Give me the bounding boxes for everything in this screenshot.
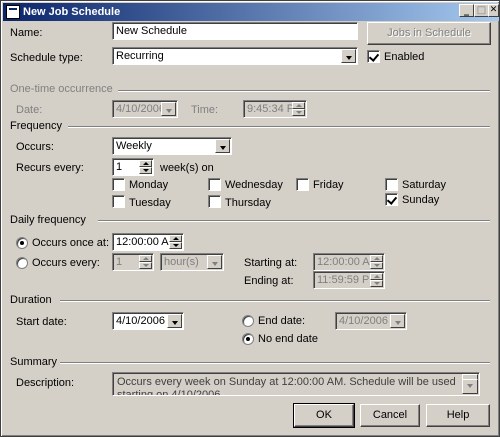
- help-button[interactable]: Help: [426, 404, 490, 427]
- chevron-down-icon[interactable]: [167, 314, 182, 328]
- one-time-date-picker: 4/10/2006: [112, 100, 178, 118]
- starting-at-input: 12:00:00 AM: [313, 253, 385, 271]
- start-date-picker[interactable]: 4/10/2006: [112, 312, 184, 330]
- recurs-every-label: Recurs every:: [16, 162, 84, 174]
- sunday-label: Sunday: [402, 194, 440, 206]
- sunday-checkbox[interactable]: [385, 193, 398, 206]
- spinner-icon: [292, 102, 305, 116]
- end-date-picker: 4/10/2006: [335, 312, 407, 330]
- starting-at-label: Starting at:: [244, 257, 298, 269]
- name-input[interactable]: New Schedule: [112, 22, 358, 40]
- start-date-value: 4/10/2006: [116, 315, 165, 327]
- spinner-icon: [370, 255, 383, 269]
- wednesday-checkbox[interactable]: [208, 178, 221, 191]
- window-title: New Job Schedule: [23, 6, 121, 18]
- chevron-down-icon[interactable]: [341, 49, 356, 63]
- divider: [60, 300, 490, 302]
- enabled-label: Enabled: [384, 51, 425, 63]
- occurs-select[interactable]: Weekly: [112, 137, 232, 155]
- daily-frequency-section-title: Daily frequency: [10, 214, 86, 226]
- divider: [118, 90, 490, 92]
- occurs-once-time-input[interactable]: 12:00:00 AM: [112, 233, 184, 251]
- divider: [98, 220, 490, 222]
- maximize-button: □: [474, 4, 489, 17]
- friday-checkbox[interactable]: [296, 178, 309, 191]
- chevron-down-icon: [161, 102, 176, 116]
- spinner-icon: [370, 273, 383, 287]
- recurs-every-input[interactable]: 1: [112, 158, 154, 176]
- occurs-every-radio[interactable]: [16, 257, 28, 269]
- chevron-down-icon[interactable]: [215, 139, 230, 153]
- divider: [68, 126, 490, 128]
- close-button[interactable]: ✕: [488, 4, 499, 17]
- description-label: Description:: [16, 377, 75, 389]
- start-date-label: Start date:: [16, 316, 67, 328]
- scrollbar[interactable]: [462, 374, 478, 394]
- no-end-date-radio[interactable]: [242, 333, 254, 345]
- enabled-checkbox[interactable]: [367, 50, 380, 63]
- occurs-once-radio[interactable]: [16, 237, 28, 249]
- recurs-unit-label: week(s) on: [160, 162, 214, 174]
- ending-at-label: Ending at:: [244, 275, 294, 287]
- time-label: Time:: [191, 104, 219, 116]
- chevron-down-icon: [207, 255, 222, 269]
- ok-button[interactable]: OK: [293, 403, 355, 428]
- description-value: Occurs every week on Sunday at 12:00:00 …: [117, 376, 456, 396]
- occurs-every-value: 1: [116, 256, 123, 268]
- cancel-button[interactable]: Cancel: [360, 404, 420, 427]
- thursday-checkbox[interactable]: [208, 195, 221, 208]
- occurs-every-label: Occurs every:: [32, 257, 100, 269]
- schedule-type-label: Schedule type:: [10, 52, 83, 64]
- saturday-label: Saturday: [402, 179, 447, 191]
- one-time-date-value: 4/10/2006: [116, 103, 165, 115]
- occurs-label: Occurs:: [16, 141, 54, 153]
- spinner-icon: [139, 255, 152, 269]
- ending-at-input: 11:59:59 PM: [313, 271, 385, 289]
- one-time-time-input: 9:45:34 PM: [243, 100, 307, 118]
- duration-section-title: Duration: [10, 294, 52, 306]
- minimize-button[interactable]: _: [459, 4, 474, 17]
- summary-section-title: Summary: [10, 356, 58, 368]
- end-date-radio[interactable]: [242, 315, 254, 327]
- description-textbox[interactable]: Occurs every week on Sunday at 12:00:00 …: [112, 372, 480, 396]
- tuesday-label: Tuesday: [129, 197, 171, 209]
- spinner-icon[interactable]: [139, 160, 152, 174]
- friday-label: Friday: [313, 179, 344, 191]
- saturday-checkbox[interactable]: [385, 178, 398, 191]
- wednesday-label: Wednesday: [225, 179, 283, 191]
- occurs-value: Weekly: [116, 140, 152, 152]
- end-date-label: End date:: [258, 315, 306, 327]
- name-label: Name:: [10, 27, 43, 39]
- schedule-type-select[interactable]: Recurring: [112, 47, 358, 65]
- window-icon: [6, 5, 20, 19]
- one-time-section-title: One-time occurrence: [10, 83, 113, 95]
- divider: [60, 362, 490, 364]
- date-label: Date:: [16, 104, 43, 116]
- monday-label: Monday: [129, 179, 169, 191]
- thursday-label: Thursday: [225, 197, 271, 209]
- jobs-in-schedule-button: Jobs in Schedule: [367, 22, 491, 45]
- monday-checkbox[interactable]: [112, 178, 125, 191]
- frequency-section-title: Frequency: [10, 120, 62, 132]
- title-bar[interactable]: New Job Schedule: [3, 3, 499, 21]
- chevron-down-icon: [390, 314, 405, 328]
- tuesday-checkbox[interactable]: [112, 195, 125, 208]
- occurs-every-unit-value: hour(s): [164, 256, 199, 268]
- occurs-once-label: Occurs once at:: [32, 237, 110, 249]
- schedule-type-value: Recurring: [116, 50, 164, 62]
- no-end-date-label: No end date: [258, 333, 318, 345]
- spinner-icon[interactable]: [169, 235, 182, 249]
- occurs-every-unit-select: hour(s): [160, 253, 224, 271]
- end-date-value: 4/10/2006: [339, 315, 388, 327]
- recurs-every-value: 1: [116, 161, 123, 173]
- occurs-every-input: 1: [112, 253, 154, 271]
